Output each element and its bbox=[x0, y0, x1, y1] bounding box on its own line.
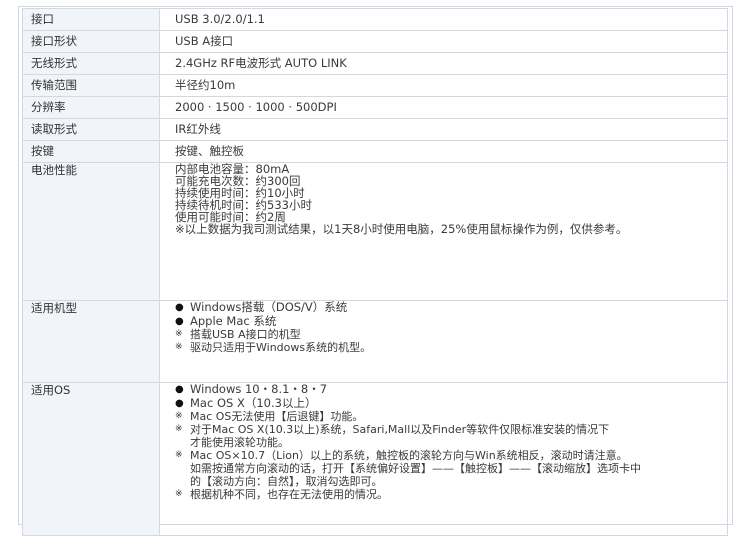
bullet-icon: ● bbox=[175, 397, 184, 409]
spec-value: IR红外线 bbox=[159, 118, 728, 141]
spec-value: USB A接口 bbox=[159, 30, 728, 53]
list-item-text: 对于Mac OS X(10.3以上)系统，Safari,Mall以及Finder… bbox=[190, 423, 610, 436]
note-mark-icon: ※ bbox=[175, 411, 183, 421]
spec-key: 读取形式 bbox=[22, 118, 160, 141]
spec-row-read-mode: 读取形式 IR红外线 bbox=[22, 118, 728, 141]
list-item-continuation: 的【滚动方向：自然】，取消勾选即可。 bbox=[190, 475, 383, 488]
spec-row-battery: 电池性能 内部电池容量：80mA 可能充电次数：约300回 持续使用时间：约10… bbox=[22, 162, 728, 301]
list-item-text: Mac OS X（10.3以上） bbox=[190, 395, 317, 410]
list-item-text: 搭载USB A接口的机型 bbox=[190, 328, 301, 341]
spec-value: 半径约10m bbox=[159, 74, 728, 97]
list-item: ※ 对于Mac OS X(10.3以上)系统，Safari,Mall以及Find… bbox=[175, 423, 727, 436]
spec-key: 适用OS bbox=[22, 382, 160, 536]
spec-key: 传输范围 bbox=[22, 74, 160, 97]
list-item: ※ 根据机种不同，也存在无法使用的情况。 bbox=[175, 488, 727, 501]
spec-row-range: 传输范围 半径约10m bbox=[22, 74, 728, 97]
list-item: ● Windows 10・8.1・8・7 bbox=[175, 382, 727, 397]
bullet-icon: ● bbox=[175, 302, 184, 313]
bullet-icon: ● bbox=[175, 315, 184, 327]
spec-row-os: 适用OS ● Windows 10・8.1・8・7 ● Mac OS X（10.… bbox=[22, 382, 728, 536]
list-item: ※ 驱动只适用于Windows系统的机型。 bbox=[175, 341, 727, 354]
spec-value: 2.4GHz RF电波形式 AUTO LINK bbox=[159, 52, 728, 75]
spec-row-resolution: 分辨率 2000 · 1500 · 1000 · 500DPI bbox=[22, 96, 728, 119]
list-item-text: 驱动只适用于Windows系统的机型。 bbox=[190, 341, 372, 354]
spec-value: 2000 · 1500 · 1000 · 500DPI bbox=[159, 96, 728, 119]
list-item-text: Apple Mac 系统 bbox=[190, 313, 277, 328]
spec-key: 适用机型 bbox=[22, 300, 160, 383]
spec-value: 内部电池容量：80mA 可能充电次数：约300回 持续使用时间：约10小时 持续… bbox=[159, 162, 728, 301]
list-item-continuation: 如需按通常方向滚动的话，打开【系统偏好设置】——【触控板】——【滚动缩放】选项卡… bbox=[190, 462, 641, 475]
spec-key: 电池性能 bbox=[22, 162, 160, 301]
bullet-icon: ● bbox=[175, 384, 184, 395]
list-item: ● Mac OS X（10.3以上） bbox=[175, 395, 727, 411]
list-item: ※ Mac OS×10.7（Lion）以上的系统，触控板的滚轮方向与Win系统相… bbox=[175, 449, 727, 462]
list-item-text: Windows 10・8.1・8・7 bbox=[190, 382, 328, 396]
spec-row-wireless: 无线形式 2.4GHz RF电波形式 AUTO LINK bbox=[22, 52, 728, 75]
spec-row-buttons: 按键 按键、触控板 bbox=[22, 140, 728, 163]
note-mark-icon: ※ bbox=[175, 342, 183, 352]
spec-key: 接口形状 bbox=[22, 30, 160, 53]
spec-key: 分辨率 bbox=[22, 96, 160, 119]
list-item: ※ 搭载USB A接口的机型 bbox=[175, 328, 727, 341]
list-item-continuation: 才能使用滚轮功能。 bbox=[190, 436, 289, 449]
note-mark-icon: ※ bbox=[175, 424, 183, 434]
spec-value: 按键、触控板 bbox=[159, 140, 728, 163]
spec-value: ● Windows搭载（DOS/V）系统 ● Apple Mac 系统 ※ 搭载… bbox=[159, 300, 728, 383]
spec-key: 接口 bbox=[22, 8, 160, 31]
spec-key: 按键 bbox=[22, 140, 160, 163]
list-item-text: Mac OS×10.7（Lion）以上的系统，触控板的滚轮方向与Win系统相反，… bbox=[190, 449, 628, 462]
list-item-text: Windows搭载（DOS/V）系统 bbox=[190, 300, 348, 314]
note-mark-icon: ※ bbox=[175, 450, 183, 460]
list-item-text: Mac OS无法使用【后退键】功能。 bbox=[190, 410, 364, 423]
battery-note: ※以上数据为我司测试结果，以1天8小时使用电脑，25%使用鼠标操作为例，仅供参考… bbox=[175, 222, 628, 236]
spec-row-interface-shape: 接口形状 USB A接口 bbox=[22, 30, 728, 53]
list-item: ● Apple Mac 系统 bbox=[175, 313, 727, 329]
list-item-text: 根据机种不同，也存在无法使用的情况。 bbox=[190, 488, 388, 501]
spec-value: USB 3.0/2.0/1.1 bbox=[159, 8, 728, 31]
note-mark-icon: ※ bbox=[175, 489, 183, 499]
spec-value: ● Windows 10・8.1・8・7 ● Mac OS X（10.3以上） … bbox=[159, 382, 728, 536]
note-mark-icon: ※ bbox=[175, 329, 183, 339]
spec-row-interface: 接口 USB 3.0/2.0/1.1 bbox=[22, 8, 728, 31]
spec-table: 接口 USB 3.0/2.0/1.1 接口形状 USB A接口 无线形式 2.4… bbox=[22, 8, 728, 536]
spec-row-models: 适用机型 ● Windows搭载（DOS/V）系统 ● Apple Mac 系统… bbox=[22, 300, 728, 383]
list-item: ● Windows搭载（DOS/V）系统 bbox=[175, 300, 727, 315]
spec-key: 无线形式 bbox=[22, 52, 160, 75]
list-item: ※ Mac OS无法使用【后退键】功能。 bbox=[175, 410, 727, 423]
